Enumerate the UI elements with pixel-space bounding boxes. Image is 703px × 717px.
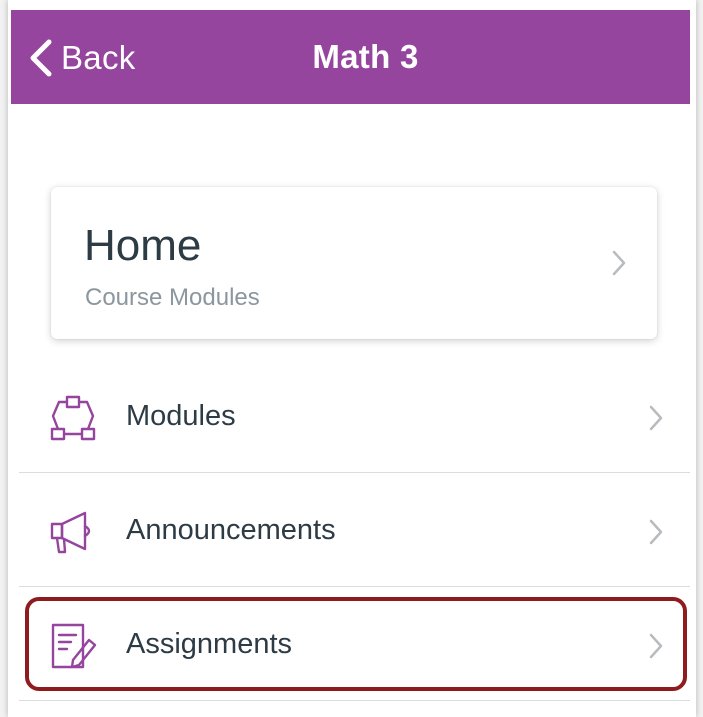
menu-item-announcements[interactable]: Announcements — [19, 474, 690, 588]
divider — [19, 700, 690, 701]
home-subtitle: Course Modules — [85, 284, 260, 311]
home-card[interactable]: Home Course Modules — [51, 187, 657, 339]
menu-item-modules[interactable]: Modules — [19, 360, 690, 474]
page-title: Math 3 — [11, 38, 690, 76]
assignment-icon — [51, 623, 97, 669]
navigation-bar: Back Math 3 — [11, 10, 690, 104]
megaphone-icon — [50, 511, 91, 554]
chevron-right-icon — [649, 405, 663, 431]
divider — [19, 472, 690, 473]
chevron-right-icon — [649, 519, 663, 545]
menu-item-assignments[interactable]: Assignments — [19, 588, 690, 702]
menu-item-label: Announcements — [126, 514, 336, 546]
home-title: Home — [84, 221, 202, 270]
page-title-text: Math 3 — [312, 38, 419, 75]
chevron-right-icon — [612, 250, 626, 276]
menu-item-label: Assignments — [126, 628, 293, 660]
divider — [19, 586, 690, 587]
menu-item-label: Modules — [126, 400, 236, 432]
chevron-right-icon — [649, 633, 663, 659]
modules-icon — [50, 395, 96, 441]
